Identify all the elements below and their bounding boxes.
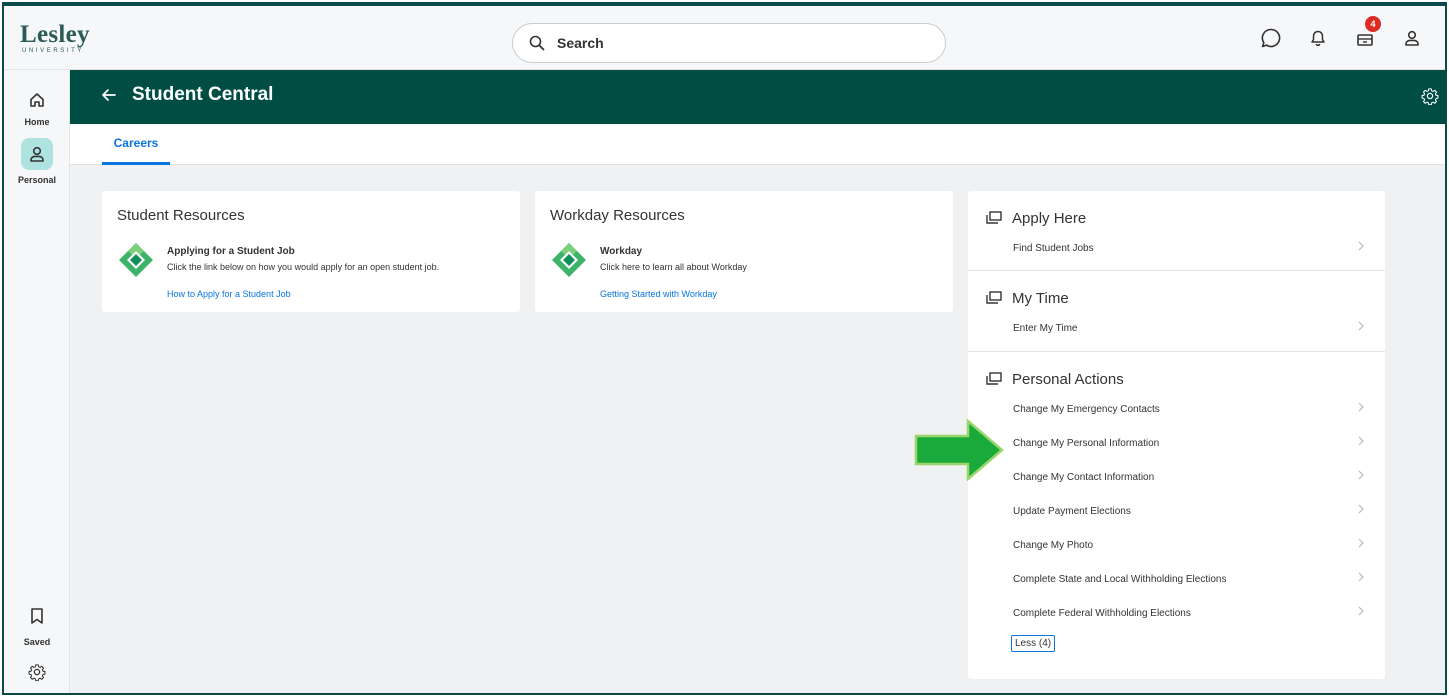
action-label: Change My Emergency Contacts (1013, 403, 1160, 415)
resource-link[interactable]: How to Apply for a Student Job (167, 289, 291, 299)
inbox-icon[interactable]: 4 (1351, 16, 1381, 52)
action-find-student-jobs[interactable]: Find Student Jobs (968, 231, 1385, 265)
nav-saved[interactable]: Saved (4, 600, 70, 647)
action-label: Change My Personal Information (1013, 437, 1160, 449)
nav-settings[interactable] (4, 656, 70, 688)
resource-name: Workday (600, 246, 643, 257)
resource-link[interactable]: Getting Started with Workday (600, 289, 717, 299)
profile-icon[interactable] (1398, 24, 1426, 52)
chevron-right-icon (1358, 436, 1364, 446)
card-title: Workday Resources (550, 207, 685, 224)
top-icon-group: 4 (1257, 16, 1445, 52)
top-bar: Lesley UNIVERSITY Search 4 (4, 6, 1445, 70)
section-title: My Time (1012, 289, 1069, 307)
action-enter-my-time[interactable]: Enter My Time (968, 311, 1385, 345)
nav-home[interactable]: Home (4, 84, 70, 127)
notifications-bell-icon[interactable] (1304, 24, 1332, 52)
card-title: Student Resources (117, 207, 245, 224)
action-change-emergency-contacts[interactable]: Change My Emergency Contacts (968, 392, 1385, 426)
resource-description: Click here to learn all about Workday (600, 262, 747, 272)
nav-personal-label: Personal (17, 175, 57, 185)
actions-card: Apply Here Find Student Jobs My Time Ent… (968, 191, 1385, 679)
resource-description: Click the link below on how you would ap… (167, 262, 440, 272)
tab-strip: Careers (70, 124, 1445, 165)
action-label: Update Payment Elections (1013, 505, 1131, 517)
apply-here-section: Apply Here Find Student Jobs (968, 205, 1385, 265)
action-state-local-withholding[interactable]: Complete State and Local Withholding Ele… (968, 562, 1385, 596)
student-resources-card: Student Resources Applying for a Student… (102, 191, 520, 312)
action-change-photo[interactable]: Change My Photo (968, 528, 1385, 562)
page-title: Student Central (132, 84, 274, 105)
action-change-contact-information[interactable]: Change My Contact Information (968, 460, 1385, 494)
chevron-right-icon (1358, 606, 1364, 616)
chevron-right-icon (1358, 402, 1364, 412)
section-title: Apply Here (1012, 209, 1087, 227)
action-change-personal-information[interactable]: Change My Personal Information (968, 426, 1385, 460)
chevron-right-icon (1358, 504, 1364, 514)
workday-resources-card: Workday Resources Workday Click here to … (535, 191, 953, 312)
my-time-section: My Time Enter My Time (968, 285, 1385, 345)
personal-actions-section: Personal Actions Change My Emergency Con… (968, 366, 1385, 652)
gear-icon (21, 656, 53, 688)
action-label: Change My Photo (1013, 539, 1094, 551)
left-nav: Home Personal Saved (4, 70, 70, 693)
action-label: Change My Contact Information (1013, 471, 1155, 483)
workday-resource-icon (119, 243, 153, 277)
chevron-right-icon (1358, 470, 1364, 480)
action-federal-withholding[interactable]: Complete Federal Withholding Elections (968, 596, 1385, 630)
lesley-logo[interactable]: Lesley UNIVERSITY (20, 22, 90, 54)
workday-resource-icon (552, 243, 586, 277)
logo-wordmark: Lesley (20, 21, 90, 48)
nav-personal[interactable]: Personal (4, 138, 70, 185)
section-header: Apply Here (968, 205, 1385, 231)
action-label: Complete Federal Withholding Elections (1013, 607, 1191, 619)
action-update-payment-elections[interactable]: Update Payment Elections (968, 494, 1385, 528)
resource-name: Applying for a Student Job (167, 246, 295, 257)
chevron-right-icon (1358, 572, 1364, 582)
action-label: Complete State and Local Withholding Ele… (1013, 573, 1227, 585)
nav-saved-label: Saved (23, 637, 51, 647)
person-icon (21, 138, 53, 170)
green-pointer-arrow-icon (914, 419, 1004, 481)
action-label: Find Student Jobs (1013, 242, 1094, 254)
search-input[interactable]: Search (512, 23, 946, 63)
section-header: Personal Actions (968, 366, 1385, 392)
settings-gear-icon[interactable] (1421, 87, 1439, 105)
divider (968, 351, 1385, 352)
divider (968, 270, 1385, 271)
worklet-icon (986, 211, 1002, 224)
inbox-badge: 4 (1365, 16, 1381, 32)
home-icon (21, 84, 53, 116)
search-placeholder: Search (557, 35, 604, 51)
back-arrow-icon[interactable] (100, 86, 118, 104)
tab-careers[interactable]: Careers (102, 124, 170, 165)
worklet-icon (986, 291, 1002, 304)
chat-icon[interactable] (1257, 24, 1285, 52)
less-button[interactable]: Less (4) (1011, 635, 1056, 652)
worklet-icon (986, 372, 1002, 385)
chevron-right-icon (1358, 241, 1364, 251)
bookmark-icon (21, 600, 53, 632)
app-window: Lesley UNIVERSITY Search 4 Home Personal… (2, 2, 1447, 695)
nav-home-label: Home (24, 117, 50, 127)
section-title: Personal Actions (1012, 370, 1124, 388)
page-header: Student Central (70, 70, 1445, 124)
search-icon (529, 35, 545, 51)
chevron-right-icon (1358, 538, 1364, 548)
logo-subtitle: UNIVERSITY (22, 48, 85, 54)
section-header: My Time (968, 285, 1385, 311)
action-label: Enter My Time (1013, 322, 1078, 334)
chevron-right-icon (1358, 321, 1364, 331)
